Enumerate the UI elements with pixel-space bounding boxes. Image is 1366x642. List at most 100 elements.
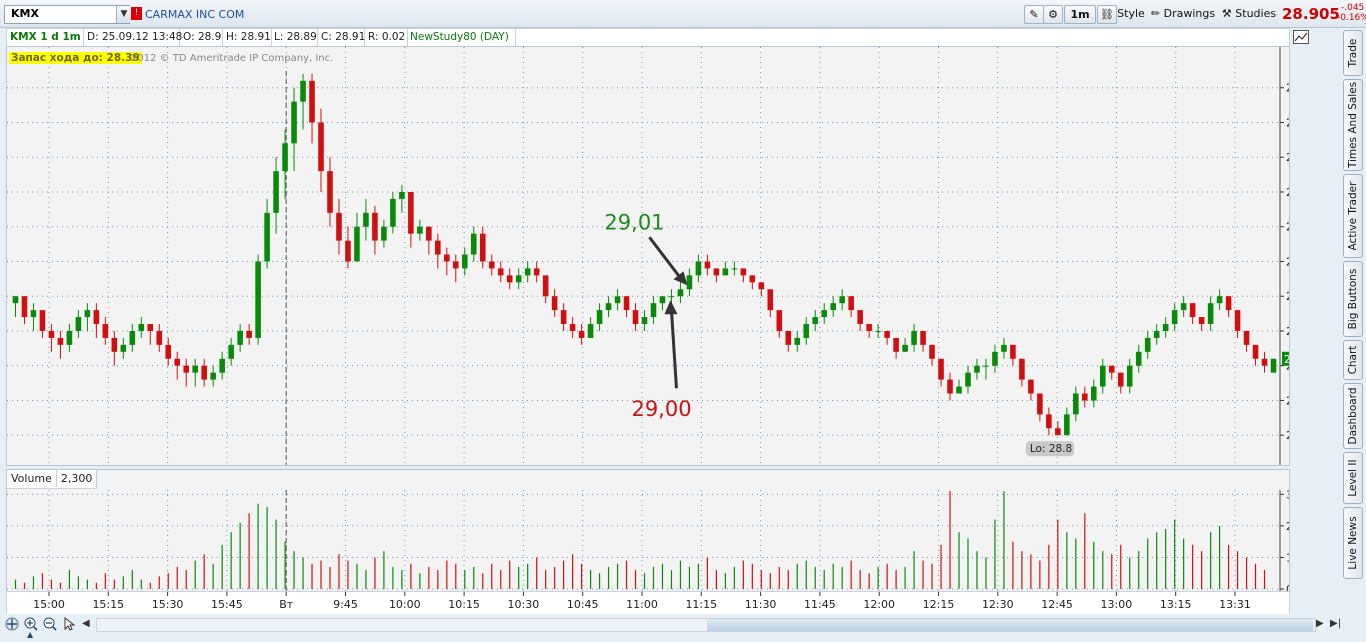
candle-body [210, 372, 216, 380]
candle-body [902, 344, 908, 352]
chart-settings-icon[interactable] [1293, 30, 1309, 44]
candle-body [983, 365, 989, 367]
candle-body [120, 344, 127, 352]
scroll-right-icon[interactable]: ▶ [1316, 618, 1324, 629]
crosshair-tool-icon[interactable]: ✎ [1024, 5, 1044, 24]
volume-tick-label: 10,000 [1286, 552, 1289, 564]
chevron-down-icon[interactable]: ▼ [116, 6, 131, 23]
candle-body [21, 296, 28, 318]
candle-body [578, 330, 585, 338]
candle-body [1171, 310, 1178, 325]
sidebar-tab-level-ii[interactable]: Level II [1343, 452, 1363, 504]
zoom-out-icon[interactable] [43, 617, 57, 634]
time-tick-label: 15:00 [33, 598, 65, 611]
candle-body [911, 330, 917, 345]
candle-body [1189, 303, 1196, 318]
candle-body [12, 296, 19, 304]
sidebar-tab-dashboard[interactable]: Dashboard [1343, 383, 1363, 449]
candle-body [524, 268, 531, 276]
reserve-label: Запас хода до: 28.39 [9, 52, 142, 64]
candle-body [336, 212, 342, 241]
candle-body [839, 296, 845, 304]
candle-body [309, 80, 315, 123]
candle-body [803, 324, 810, 338]
pan-icon[interactable] [5, 617, 19, 634]
studies-icon: ⚒ [1221, 7, 1232, 20]
scroll-left-icon[interactable]: ◀ [82, 618, 90, 629]
time-axis: 15:00 15:15 15:30 15:45 Вт 9:45 10:00 10:15 10:3… [6, 591, 1290, 615]
link-icon[interactable]: ⛓ [1097, 5, 1117, 24]
candle-body [992, 351, 998, 366]
symbol-period-label[interactable]: KMX 1 d 1m [7, 29, 84, 46]
wrench-icon[interactable]: ⚙ [1043, 5, 1063, 24]
volume-tick-label: 20,000 [1286, 521, 1289, 533]
candle-body [1180, 303, 1187, 311]
candle-body [551, 296, 558, 311]
candle-body [111, 337, 118, 352]
sidebar-tab-label: Times And Sales [1347, 81, 1359, 169]
time-axis-labels: 15:00 15:15 15:30 15:45 Вт 9:45 10:00 10:15 10:3… [33, 592, 1251, 611]
bottom-scroll-area: ◀ ▶ ▶| ▲ [0, 614, 1342, 639]
cursor-icon[interactable] [62, 616, 76, 634]
scroll-end-icon[interactable]: ▶| [1330, 618, 1341, 629]
current-price-tag-label: 28.91 [1284, 354, 1289, 366]
time-tick-label: 13:15 [1160, 598, 1192, 611]
sidebar-tab-big-buttons[interactable]: Big Buttons [1343, 261, 1363, 337]
candle-body [1028, 379, 1034, 394]
symbol-selector[interactable]: KMX ▼ [4, 5, 131, 24]
sidebar-tab-label: Chart [1347, 345, 1359, 375]
time-tick-label: 12:00 [863, 598, 895, 611]
price-chart-panel[interactable]: 29.329.2529.229.1529.129.052928.9528.928… [6, 46, 1290, 466]
time-tick-label: 10:00 [389, 598, 421, 611]
price-chart[interactable]: 29.329.2529.229.1529.129.052928.9528.928… [7, 47, 1289, 465]
candle-body [938, 358, 944, 380]
candle-body [623, 296, 630, 311]
top-toolbar: KMX ▼ ! CARMAX INC COM ✎ ⚙ 1m ⛓ Style ✏ … [0, 0, 1366, 28]
candle-body [884, 330, 890, 338]
candle-body [668, 296, 675, 298]
sidebar-tab-times-and-sales[interactable]: Times And Sales [1343, 79, 1363, 171]
study-label[interactable]: NewStudy80 (DAY) [407, 29, 516, 46]
time-tick-label: Вт [279, 598, 294, 611]
candle-body [713, 268, 720, 276]
candle-body [381, 226, 387, 241]
candle-body [1091, 386, 1097, 401]
time-tick-label: 11:15 [685, 598, 717, 611]
sidebar-tab-trade[interactable]: Trade [1343, 30, 1363, 76]
candle-body [354, 226, 360, 262]
open-value: O: 28.9 [180, 29, 223, 46]
candle-body [857, 310, 863, 325]
volume-panel[interactable]: 30,000 20,000 10,000 0 Volume2,300 [6, 469, 1290, 592]
pencil-icon: ✏ [1150, 7, 1161, 20]
close-value: C: 28.91 [318, 29, 365, 46]
drawings-button[interactable]: ✏ Drawings [1149, 5, 1217, 22]
sidebar-tab-active-trader[interactable]: Active Trader [1343, 174, 1363, 258]
candle-body [408, 191, 414, 234]
candle-body [1046, 414, 1052, 429]
volume-chart[interactable]: 30,000 20,000 10,000 0 [7, 470, 1289, 591]
candle-body [201, 365, 207, 380]
timeframe-button[interactable]: 1m [1064, 5, 1096, 24]
scroll-thumb[interactable] [707, 619, 1313, 631]
low-value: L: 28.89 [271, 29, 318, 46]
candle-body [345, 240, 351, 262]
candle-body [1117, 372, 1124, 387]
candle-body [1082, 393, 1088, 401]
last-price: 28.905 [1282, 5, 1340, 23]
sidebar-tab-live-news[interactable]: Live News [1343, 507, 1363, 579]
candle-body [1108, 365, 1115, 373]
candle-body [1099, 365, 1106, 387]
studies-button[interactable]: ⚒ Studies [1220, 5, 1278, 22]
candle-body [632, 310, 639, 325]
symbol-input[interactable]: KMX [11, 7, 39, 20]
style-button[interactable]: Style [1116, 5, 1146, 22]
sidebar-tab-chart[interactable]: Chart [1343, 340, 1363, 380]
candle-body [174, 358, 181, 366]
collapse-icon[interactable]: ▲ [27, 630, 33, 639]
candle-body [569, 324, 576, 331]
candle-body [84, 310, 91, 318]
candle-body [731, 268, 738, 270]
candle-body [102, 324, 109, 338]
candle-body [965, 372, 971, 387]
scroll-track[interactable] [96, 618, 1316, 632]
